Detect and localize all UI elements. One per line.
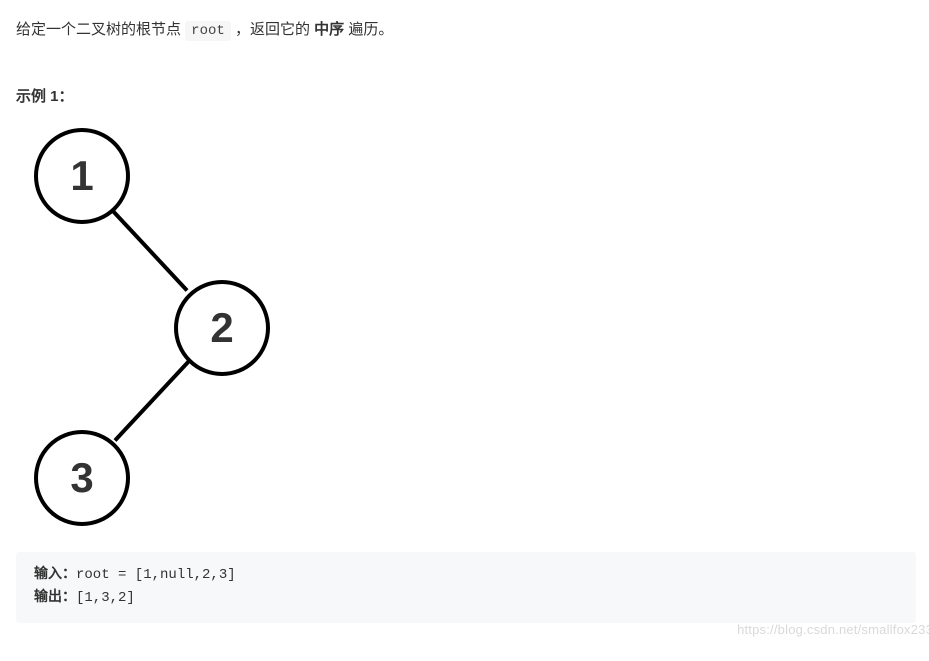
example-title: 示例 1： [16, 85, 929, 106]
node-1: 1 [34, 128, 130, 224]
output-row: 输出：[1,3,2] [34, 587, 898, 611]
desc-part2: ，返回它的 [235, 21, 314, 38]
node-3: 3 [34, 430, 130, 526]
input-value: root = [1,null,2,3] [76, 567, 236, 583]
desc-code-root: root [185, 21, 231, 41]
input-row: 输入：root = [1,null,2,3] [34, 564, 898, 588]
watermark: https://blog.csdn.net/smallfox233 [737, 622, 929, 637]
node-2-label: 2 [210, 304, 233, 352]
node-2: 2 [174, 280, 270, 376]
desc-part3: 遍历。 [348, 21, 393, 38]
problem-description: 给定一个二叉树的根节点 root ，返回它的 中序 遍历。 [16, 16, 929, 45]
output-label: 输出： [34, 590, 76, 606]
tree-diagram: 1 2 3 [16, 128, 296, 538]
input-label: 输入： [34, 567, 76, 583]
node-1-label: 1 [70, 152, 93, 200]
desc-bold: 中序 [314, 21, 344, 38]
desc-part1: 给定一个二叉树的根节点 [16, 21, 185, 38]
node-3-label: 3 [70, 454, 93, 502]
edge-2-3 [114, 358, 192, 441]
output-value: [1,3,2] [76, 590, 135, 606]
edge-1-2 [111, 208, 189, 291]
example-io-block: 输入：root = [1,null,2,3] 输出：[1,3,2] [16, 552, 916, 624]
